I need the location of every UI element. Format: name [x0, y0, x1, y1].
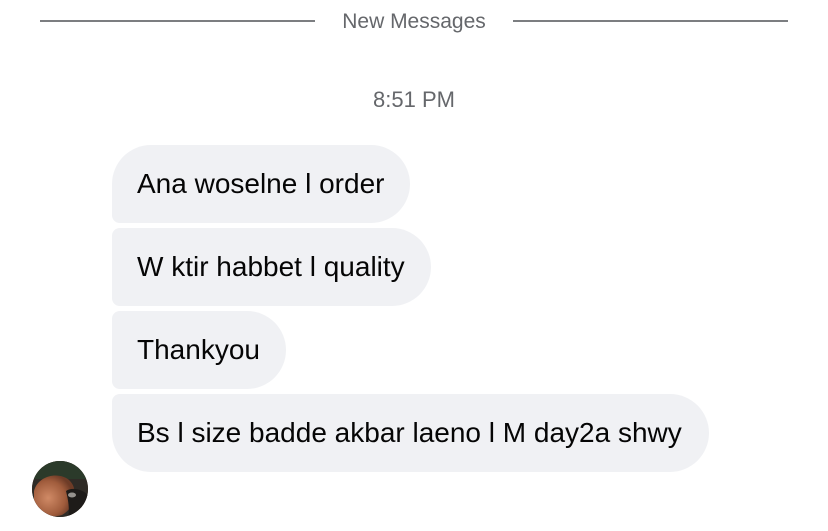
- message-text: Thankyou: [137, 334, 260, 365]
- message-text: W ktir habbet l quality: [137, 251, 405, 282]
- message-bubble[interactable]: Ana woselne l order: [112, 145, 411, 223]
- message-bubble[interactable]: W ktir habbet l quality: [112, 228, 431, 306]
- divider-line-right: [513, 20, 788, 22]
- message-text: Ana woselne l order: [137, 168, 385, 199]
- message-timestamp: 8:51 PM: [373, 87, 455, 112]
- divider-line-left: [40, 20, 315, 22]
- new-messages-label: New Messages: [342, 10, 486, 33]
- message-bubble[interactable]: Thankyou: [112, 311, 286, 389]
- message-text: Bs l size badde akbar laeno l M day2a sh…: [137, 417, 682, 448]
- avatar-photo-icon: [32, 461, 88, 517]
- new-messages-divider: New Messages: [40, 0, 788, 44]
- message-bubble[interactable]: Bs l size badde akbar laeno l M day2a sh…: [112, 394, 709, 472]
- message-thread: Ana woselne l order W ktir habbet l qual…: [112, 145, 732, 477]
- contact-avatar[interactable]: [32, 461, 88, 517]
